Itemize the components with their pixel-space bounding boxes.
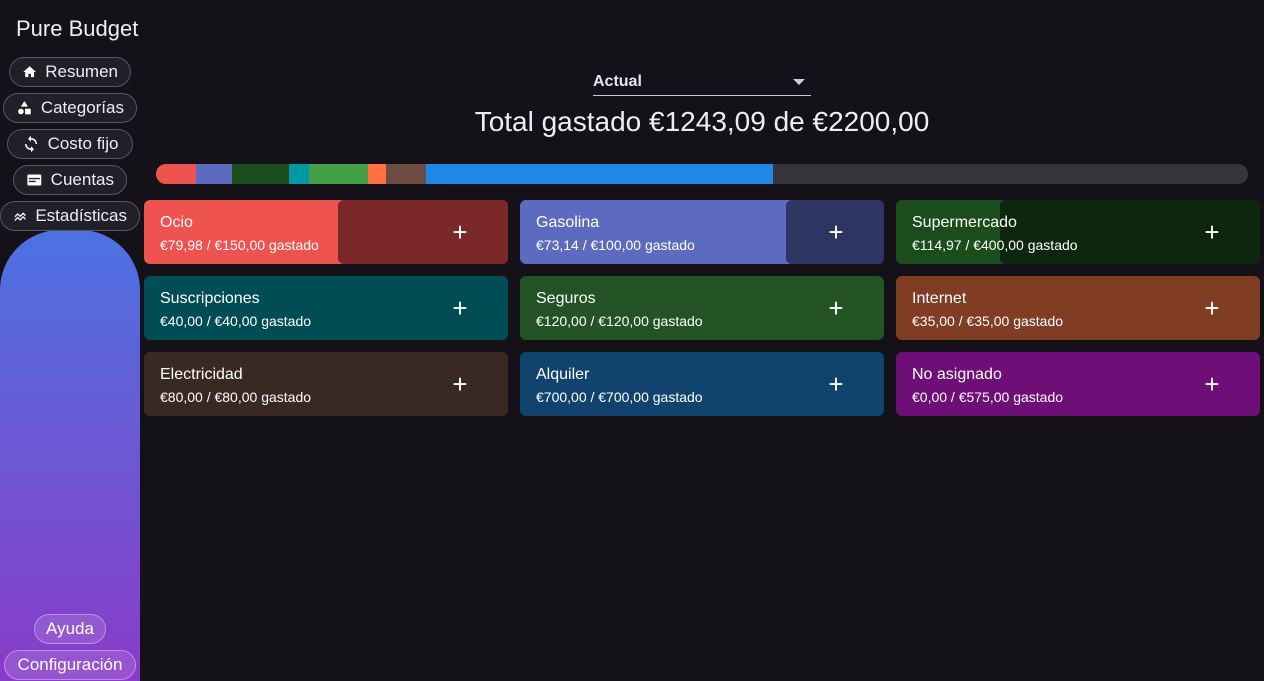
category-name: Seguros xyxy=(536,290,596,307)
period-select[interactable]: Actual xyxy=(593,68,811,96)
nav-estadisticas[interactable]: Estadísticas xyxy=(0,201,140,231)
refresh-icon xyxy=(24,135,37,153)
budget-segment xyxy=(425,164,774,184)
app-title: Pure Budget xyxy=(16,16,139,41)
home-icon xyxy=(23,66,36,78)
settings-button[interactable]: Configuración xyxy=(4,650,136,680)
category-name: Supermercado xyxy=(912,214,1017,231)
add-icon[interactable]: + xyxy=(822,294,850,322)
add-icon[interactable]: + xyxy=(822,370,850,398)
category-name: Ocio xyxy=(160,214,193,231)
total-spent-summary: Total gastado €1243,09 de €2200,00 xyxy=(474,106,930,137)
period-value: Actual xyxy=(593,72,642,90)
add-icon[interactable]: + xyxy=(822,218,850,246)
nav-label: Cuentas xyxy=(50,170,114,189)
help-label: Ayuda xyxy=(46,619,94,638)
category-card[interactable]: Suscripciones €40,00 / €40,00 gastado + xyxy=(144,276,508,340)
category-card[interactable]: No asignado €0,00 / €575,00 gastado + xyxy=(896,352,1260,416)
nav-categorias[interactable]: Categorías xyxy=(3,93,137,123)
budget-segment xyxy=(308,164,369,184)
chevron-down-icon xyxy=(793,78,805,85)
category-amount: €73,14 / €100,00 gastado xyxy=(536,237,695,253)
category-card[interactable]: Electricidad €80,00 / €80,00 gastado + xyxy=(144,352,508,416)
category-amount: €700,00 / €700,00 gastado xyxy=(536,389,703,405)
add-icon[interactable]: + xyxy=(1198,218,1226,246)
add-icon[interactable]: + xyxy=(1198,370,1226,398)
category-name: Suscripciones xyxy=(160,290,260,307)
nav-label: Resumen xyxy=(45,62,118,81)
category-amount: €0,00 / €575,00 gastado xyxy=(912,389,1064,405)
category-name: Electricidad xyxy=(160,366,243,383)
category-card[interactable]: Ocio €79,98 / €150,00 gastado + xyxy=(144,200,508,264)
budget-segment xyxy=(385,164,426,184)
nav-label: Estadísticas xyxy=(35,206,127,225)
wallet-icon xyxy=(27,174,42,186)
shapes-icon xyxy=(18,100,31,115)
category-amount: €79,98 / €150,00 gastado xyxy=(160,237,319,253)
budget-progress-bar xyxy=(156,164,1248,184)
nav-costo-fijo[interactable]: Costo fijo xyxy=(7,129,133,159)
add-icon[interactable]: + xyxy=(1198,294,1226,322)
category-name: Gasolina xyxy=(536,214,600,231)
nav-cuentas[interactable]: Cuentas xyxy=(13,165,127,195)
budget-segment xyxy=(156,164,196,184)
settings-label: Configuración xyxy=(17,655,123,674)
category-card[interactable]: Alquiler €700,00 / €700,00 gastado + xyxy=(520,352,884,416)
category-name: No asignado xyxy=(912,366,1002,383)
category-amount: €80,00 / €80,00 gastado xyxy=(160,389,312,405)
category-amount: €40,00 / €40,00 gastado xyxy=(160,313,312,329)
add-icon[interactable]: + xyxy=(446,218,474,246)
remaining-budget-fill xyxy=(338,200,508,264)
category-amount: €114,97 / €400,00 gastado xyxy=(912,237,1078,253)
budget-segment xyxy=(232,164,290,184)
category-card[interactable]: Gasolina €73,14 / €100,00 gastado + xyxy=(520,200,884,264)
budget-segment xyxy=(289,164,309,184)
budget-segment xyxy=(195,164,232,184)
budget-segment xyxy=(368,164,386,184)
category-name: Alquiler xyxy=(536,366,590,383)
add-icon[interactable]: + xyxy=(446,370,474,398)
category-card[interactable]: Supermercado €114,97 / €400,00 gastado + xyxy=(896,200,1260,264)
category-amount: €35,00 / €35,00 gastado xyxy=(912,313,1064,329)
category-card[interactable]: Seguros €120,00 / €120,00 gastado + xyxy=(520,276,884,340)
nav-label: Costo fijo xyxy=(47,134,119,153)
nav-resumen[interactable]: Resumen xyxy=(9,57,131,87)
category-name: Internet xyxy=(912,290,967,307)
category-card[interactable]: Internet €35,00 / €35,00 gastado + xyxy=(896,276,1260,340)
category-amount: €120,00 / €120,00 gastado xyxy=(536,313,703,329)
stats-icon xyxy=(14,212,26,222)
add-icon[interactable]: + xyxy=(446,294,474,322)
help-button[interactable]: Ayuda xyxy=(34,614,106,644)
nav-label: Categorías xyxy=(40,98,124,117)
